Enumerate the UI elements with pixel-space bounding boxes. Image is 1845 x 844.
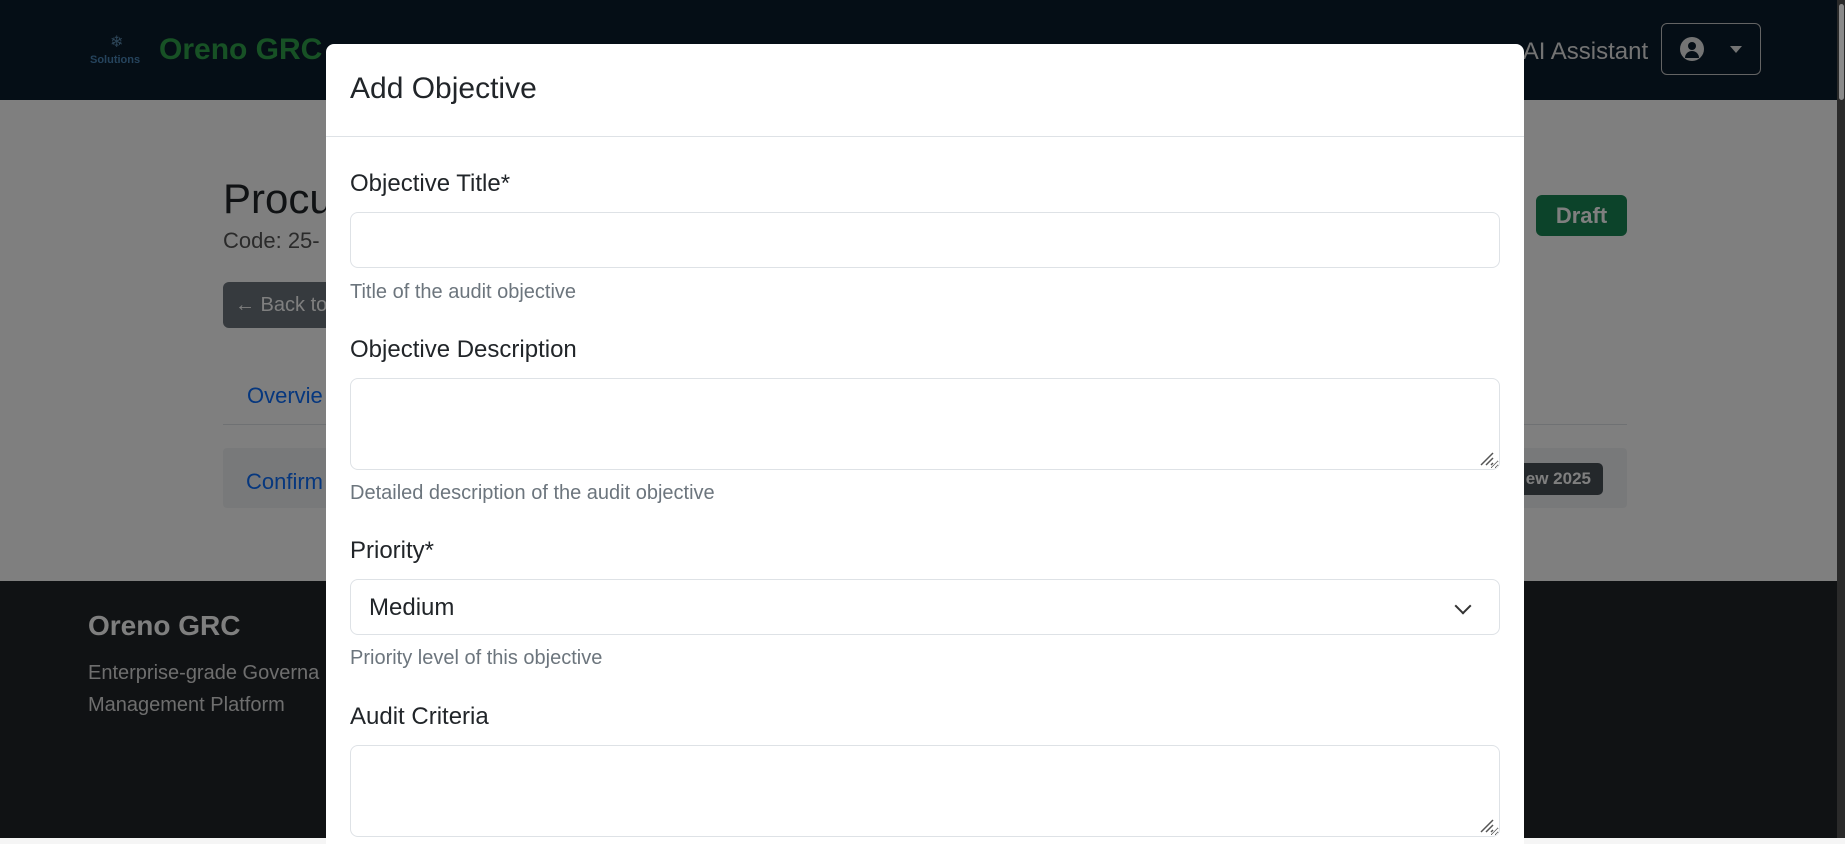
objective-description-textarea[interactable] xyxy=(350,378,1500,470)
objective-title-input[interactable] xyxy=(350,212,1500,268)
priority-selected-value: Medium xyxy=(369,594,455,621)
priority-label: Priority* xyxy=(350,537,435,564)
priority-help: Priority level of this objective xyxy=(350,647,603,669)
priority-select[interactable]: Medium xyxy=(350,579,1500,635)
chevron-down-icon xyxy=(1454,597,1472,615)
resize-handle-icon[interactable] xyxy=(1478,817,1494,833)
audit-criteria-wrapper xyxy=(350,745,1500,837)
audit-criteria-textarea[interactable] xyxy=(350,745,1500,837)
add-objective-modal: Add Objective Objective Title* Title of … xyxy=(326,44,1524,844)
objective-title-label: Objective Title* xyxy=(350,170,511,197)
scrollbar-thumb[interactable] xyxy=(1839,4,1844,100)
modal-title: Add Objective xyxy=(350,72,537,105)
audit-criteria-label: Audit Criteria xyxy=(350,703,489,730)
objective-description-wrapper xyxy=(350,378,1500,470)
page-scrollbar[interactable] xyxy=(1837,0,1845,838)
objective-description-label: Objective Description xyxy=(350,336,577,363)
objective-title-help: Title of the audit objective xyxy=(350,281,577,303)
objective-description-help: Detailed description of the audit object… xyxy=(350,482,715,504)
resize-handle-icon[interactable] xyxy=(1478,450,1494,466)
modal-header: Add Objective xyxy=(326,44,1524,137)
